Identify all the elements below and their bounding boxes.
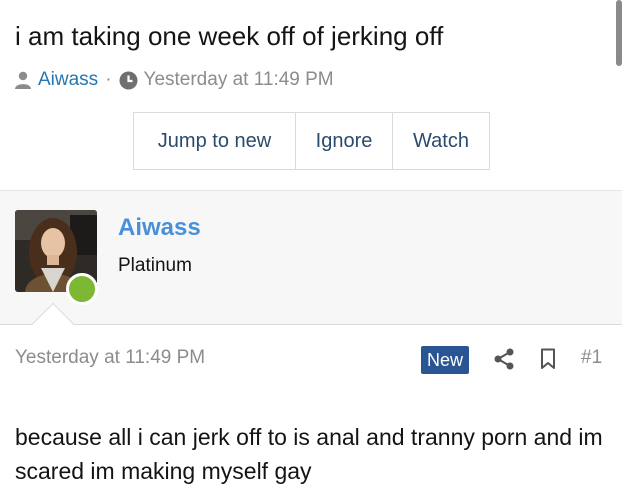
thread-actions: Jump to new Ignore Watch — [133, 112, 490, 170]
user-icon — [15, 71, 31, 89]
share-icon[interactable] — [493, 348, 515, 370]
post-date[interactable]: Yesterday at 11:49 PM — [15, 347, 205, 369]
thread-author-link[interactable]: Aiwass — [38, 69, 98, 91]
user-title: Platinum — [118, 255, 192, 276]
jump-to-new-button[interactable]: Jump to new — [134, 113, 296, 169]
bookmark-icon[interactable] — [540, 348, 556, 370]
watch-button[interactable]: Watch — [393, 113, 489, 169]
online-status-indicator — [66, 273, 98, 305]
clock-icon — [119, 71, 138, 89]
new-badge: New — [421, 346, 470, 374]
thread-meta: Aiwass · Yesterday at 11:49 PM — [14, 67, 334, 93]
meta-separator: · — [105, 69, 112, 90]
post-body: because all i can jerk off to is anal an… — [15, 424, 603, 484]
thread-timestamp[interactable]: Yesterday at 11:49 PM — [144, 69, 334, 91]
ignore-button[interactable]: Ignore — [296, 113, 393, 169]
post-username[interactable]: Aiwass — [118, 214, 201, 242]
thread-title: i am taking one week off of jerking off — [15, 21, 444, 51]
post-number-link[interactable]: #1 — [581, 347, 602, 369]
scrollbar[interactable] — [616, 0, 622, 66]
